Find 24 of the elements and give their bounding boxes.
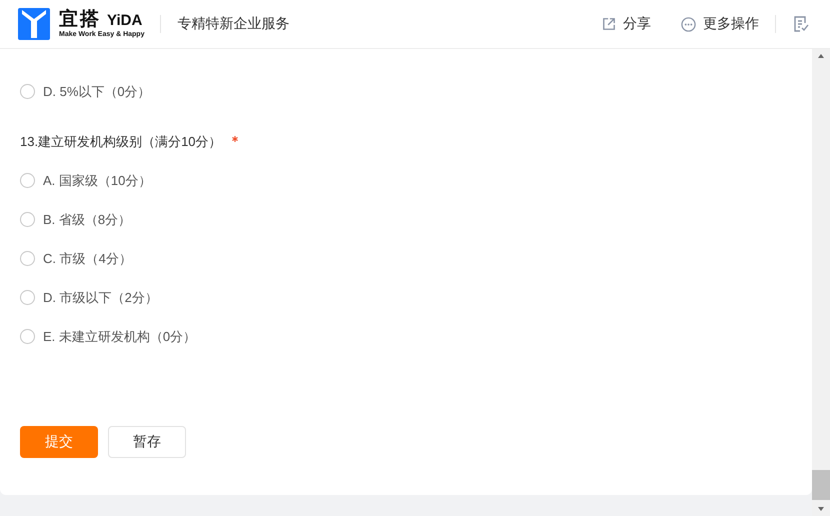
radio-button[interactable] [20, 290, 35, 305]
radio-button[interactable] [20, 212, 35, 227]
checklist-icon[interactable] [792, 15, 810, 33]
save-draft-button[interactable]: 暂存 [108, 426, 186, 458]
more-icon [681, 16, 696, 32]
logo-brand: YiDA [107, 12, 142, 28]
app-title: 专精特新企业服务 [177, 15, 290, 33]
option-label[interactable]: A. 国家级（10分） [43, 172, 152, 190]
radio-button[interactable] [20, 84, 35, 99]
option-label[interactable]: C. 市级（4分） [43, 250, 132, 268]
logo-icon [18, 8, 50, 40]
share-button[interactable]: 分享 [602, 15, 651, 33]
option-label[interactable]: B. 省级（8分） [43, 210, 132, 228]
question-title: 13.建立研发机构级别（满分10分） [20, 133, 222, 151]
share-icon [602, 17, 616, 31]
option-label[interactable]: D. 5%以下（0分） [43, 82, 151, 100]
radio-button[interactable] [20, 173, 35, 188]
option-label[interactable]: E. 未建立研发机构（0分） [43, 328, 196, 346]
more-actions-button[interactable]: 更多操作 [681, 15, 759, 33]
scrollbar-thumb[interactable] [812, 470, 830, 500]
logo-name: 宜搭 [59, 10, 101, 30]
radio-button[interactable] [20, 251, 35, 266]
radio-button[interactable] [20, 329, 35, 344]
option-label[interactable]: D. 市级以下（2分） [43, 288, 158, 306]
